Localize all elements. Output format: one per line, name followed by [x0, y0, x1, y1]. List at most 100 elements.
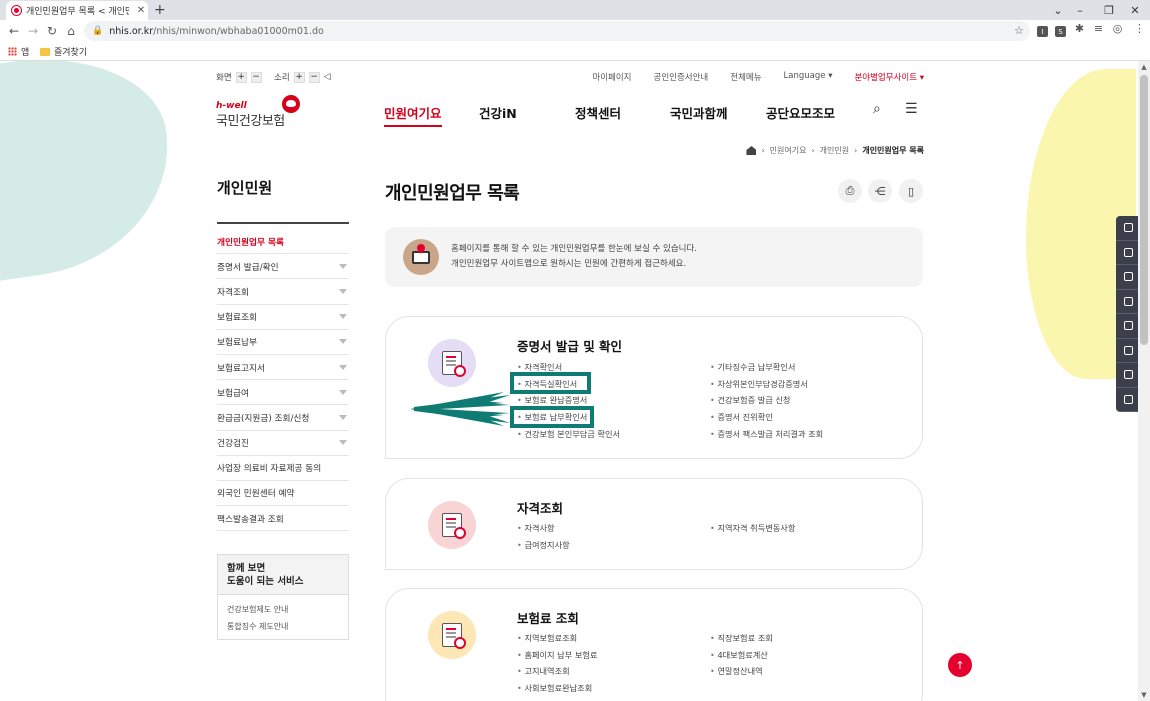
profile-avatar-icon[interactable]: ◎ [1112, 22, 1123, 35]
card-link[interactable]: 건강보험증 발급 신청 [710, 392, 823, 409]
quick-menu-list-icon[interactable] [1116, 338, 1140, 363]
nav-about[interactable]: 공단요모조모 [766, 103, 835, 122]
chevron-down-icon[interactable] [339, 364, 347, 370]
card-link[interactable]: 급여정지사항 [517, 537, 569, 554]
nhis-logo[interactable]: h-well 국민건강보험 [216, 95, 306, 129]
chevron-down-icon[interactable] [339, 414, 347, 420]
language-select[interactable]: Language ▾ [784, 71, 833, 83]
card-title: 보험료 조회 [517, 611, 579, 626]
chevron-down-icon[interactable] [339, 389, 347, 395]
quick-menu-chat-icon[interactable] [1116, 387, 1140, 412]
related-link-insurance-system[interactable]: 건강보험제도 안내 [227, 601, 339, 618]
sidebar-item[interactable]: 증명서 발급/확인 [217, 254, 349, 280]
sidebar-item-label: 환급금(지원금) 조회/신청 [217, 413, 310, 424]
browser-menu-icon[interactable]: ⋮ [1134, 22, 1145, 35]
quick-menu-user-icon[interactable] [1116, 216, 1140, 241]
scroll-top-button[interactable]: ↑ [948, 653, 972, 677]
card-link[interactable]: 차상위본인부담경감증명서 [710, 376, 823, 393]
chevron-down-icon[interactable] [339, 339, 347, 345]
quick-menu-document-icon[interactable] [1116, 240, 1140, 265]
chevron-down-icon[interactable] [339, 440, 347, 446]
related-title-line1: 함께 보면 [227, 563, 266, 574]
address-bar[interactable]: 🔒 nhis.or.kr/nhis/minwon/wbhaba01000m01.… [84, 21, 1030, 41]
sidebar-item[interactable]: 보험급여 [217, 380, 349, 406]
card-link[interactable]: 홈페이지 납부 보험료 [517, 647, 597, 664]
card-link[interactable]: 기타징수금 납부확인서 [710, 359, 823, 376]
quick-menu-copy-icon[interactable] [1116, 363, 1140, 388]
sidebar-item[interactable]: 건강검진 [217, 431, 349, 456]
scroll-down-icon[interactable]: ▼ [1138, 689, 1150, 701]
bookmark-star-icon[interactable]: ☆ [1014, 24, 1024, 37]
quick-menu-lock-icon[interactable] [1116, 314, 1140, 339]
extensions-puzzle-icon[interactable]: ✱ [1074, 22, 1085, 35]
tab-strip: 개인민원업무 목록 < 개인민원 ✕ + ⌄ – ❐ ✕ [0, 0, 1150, 20]
bookmark-apps[interactable]: 앱 [8, 45, 29, 58]
sidebar-item[interactable]: 보험료고지서 [217, 355, 349, 381]
extension-s-icon[interactable]: S [1055, 26, 1066, 37]
nav-with-citizens[interactable]: 국민과함께 [670, 103, 728, 122]
back-icon[interactable]: ← [6, 23, 22, 39]
card-link[interactable]: 연말정산내역 [710, 663, 773, 680]
sidebar-item[interactable]: 보험료납부 [217, 330, 349, 355]
sidebar-item[interactable]: 사업장 의료비 자료제공 동의 [217, 456, 349, 481]
nav-minwon[interactable]: 민원여기요 [384, 103, 442, 127]
minimize-icon[interactable]: – [1065, 0, 1095, 20]
related-link-integrated-collection[interactable]: 통합징수 제도안내 [227, 618, 339, 635]
forward-icon[interactable]: → [25, 23, 41, 39]
chevron-down-icon[interactable] [339, 263, 347, 269]
print-icon[interactable]: ⎙ [838, 179, 862, 203]
card-link[interactable]: 직장보험료 조회 [710, 630, 772, 647]
quick-menu-monitor-icon[interactable] [1116, 265, 1140, 290]
home-icon[interactable] [746, 146, 757, 155]
bookmark-favorites[interactable]: 즐겨찾기 [40, 45, 87, 58]
sidebar-item[interactable]: 자격조회 [217, 279, 349, 305]
card-link[interactable]: 4대보험료계산 [710, 647, 773, 664]
link-certificate-guide[interactable]: 공인인증서안내 [654, 71, 709, 83]
sidebar-item[interactable]: 보험료조회 [217, 305, 349, 330]
window-close-icon[interactable]: ✕ [1120, 0, 1150, 20]
sidebar-item[interactable]: 환급금(지원금) 조회/신청 [217, 405, 349, 431]
card-link[interactable]: 건강보험 본인부담금 확인서 [517, 426, 620, 443]
new-tab-icon[interactable]: + [154, 2, 166, 18]
home-icon[interactable]: ⌂ [63, 23, 79, 39]
extension-i-icon[interactable]: I [1037, 26, 1048, 37]
card-link[interactable]: 지역보험료조회 [517, 630, 597, 647]
sound-up-button[interactable]: + [293, 71, 305, 83]
sidebar-item[interactable]: 외국인 민원센터 예약 [217, 481, 349, 507]
speaker-icon[interactable]: ◁ [324, 72, 331, 82]
chevron-down-icon[interactable] [339, 288, 347, 294]
card-link[interactable]: 증명서 팩스발급 처리결과 조회 [710, 426, 823, 443]
browser-tab[interactable]: 개인민원업무 목록 < 개인민원 ✕ [6, 1, 148, 20]
breadcrumb-item[interactable]: 민원여기요 [770, 145, 807, 156]
nav-policy-center[interactable]: 정책센터 [575, 103, 621, 122]
field-sites-select[interactable]: 분야별업무사이트 ▾ [854, 71, 924, 83]
scroll-up-icon[interactable]: ▲ [1138, 61, 1150, 73]
card-link[interactable]: 증명서 진위확인 [710, 409, 823, 426]
breadcrumb-item[interactable]: 개인민원 [820, 145, 849, 156]
scrollbar-thumb[interactable] [1140, 75, 1148, 345]
link-all-menu[interactable]: 전체메뉴 [730, 71, 761, 83]
list-icon [1123, 345, 1133, 355]
zoom-out-button[interactable]: − [250, 71, 262, 83]
document-icon [1123, 247, 1133, 257]
nav-health-in[interactable]: 건강iN [479, 103, 517, 122]
tab-close-icon[interactable]: ✕ [134, 5, 148, 16]
hamburger-menu-icon[interactable]: ☰ [905, 101, 918, 117]
sound-down-button[interactable]: − [308, 71, 320, 83]
bookmark-icon[interactable]: ▯ [899, 179, 923, 203]
card-link[interactable]: 지역자격 취득변동사항 [710, 520, 795, 537]
quick-menu-headset-icon[interactable] [1116, 289, 1140, 314]
card-link[interactable]: 자격사항 [517, 520, 570, 537]
reload-icon[interactable]: ↻ [44, 23, 60, 39]
sidebar-item[interactable]: 개인민원업무 목록 [217, 229, 349, 255]
page-scrollbar[interactable]: ▲ ▼ [1138, 61, 1150, 701]
reading-list-icon[interactable]: ≡ [1093, 22, 1104, 35]
card-link[interactable]: 고지내역조회 [517, 663, 597, 680]
card-link[interactable]: 사회보험료완납조회 [517, 680, 597, 697]
link-mypage[interactable]: 마이페이지 [592, 71, 631, 83]
share-icon[interactable]: ⋲ [868, 179, 892, 203]
zoom-in-button[interactable]: + [235, 71, 247, 83]
search-icon[interactable]: ⌕ [873, 101, 881, 117]
sidebar-item[interactable]: 팩스발송결과 조회 [217, 506, 349, 532]
chevron-down-icon[interactable] [339, 314, 347, 320]
